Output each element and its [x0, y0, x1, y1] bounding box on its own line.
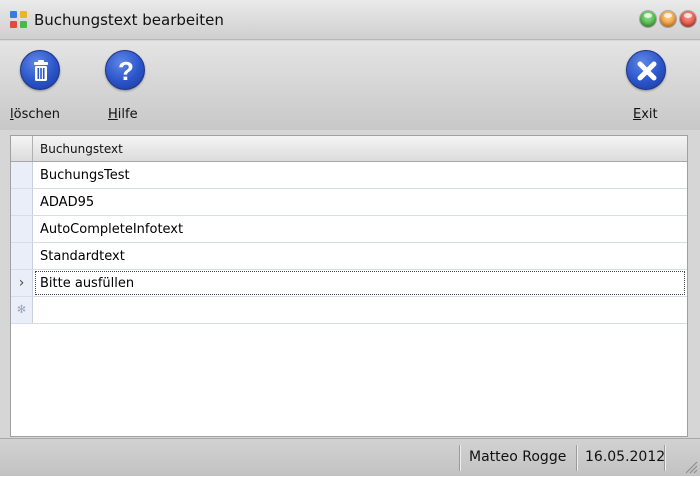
help-icon: ? [105, 50, 145, 90]
toolbar: löschen ? Hilfe Exit [0, 41, 700, 130]
maximize-button[interactable] [660, 11, 676, 27]
window-title: Buchungstext bearbeiten [34, 11, 224, 29]
table-row[interactable]: ADAD95 [11, 189, 687, 216]
help-button[interactable]: ? Hilfe [95, 41, 155, 130]
status-separator [576, 445, 577, 471]
resize-grip-icon[interactable] [684, 460, 698, 474]
exit-button[interactable]: Exit [616, 41, 676, 130]
status-bar: Matteo Rogge 16.05.2012 [0, 438, 700, 476]
new-row-icon[interactable]: ✻ [11, 297, 33, 323]
delete-button[interactable]: löschen [10, 41, 70, 130]
table-row[interactable]: AutoCompleteInfotext [11, 216, 687, 243]
exit-label-mnemonic: E [633, 107, 642, 122]
row-selector[interactable] [11, 189, 33, 215]
app-icon [10, 11, 28, 29]
row-selector[interactable] [11, 216, 33, 242]
help-label-mnemonic: H [108, 107, 118, 122]
exit-label: xit [641, 107, 658, 122]
table-cell[interactable]: ADAD95 [40, 195, 94, 210]
grid-header: Buchungstext [11, 136, 687, 162]
trash-icon [20, 50, 60, 90]
title-bar[interactable]: Buchungstext bearbeiten [0, 0, 700, 40]
status-separator [664, 445, 665, 471]
table-row[interactable]: BuchungsTest [11, 162, 687, 189]
delete-label: öschen [13, 107, 60, 122]
application-window: Buchungstext bearbeiten löschen ? Hilfe … [0, 0, 700, 476]
table-row[interactable]: Standardtext [11, 243, 687, 270]
column-header-buchungstext[interactable]: Buchungstext [40, 142, 123, 156]
grid-corner[interactable] [11, 136, 33, 161]
table-cell[interactable]: AutoCompleteInfotext [40, 222, 183, 237]
help-label: ilfe [117, 107, 138, 122]
status-user: Matteo Rogge [469, 449, 567, 465]
row-selector[interactable] [11, 162, 33, 188]
data-grid[interactable]: Buchungstext BuchungsTest ADAD95 AutoCom… [10, 135, 688, 437]
table-cell[interactable]: Standardtext [40, 249, 125, 264]
row-selector[interactable] [11, 243, 33, 269]
close-window-button[interactable] [680, 11, 696, 27]
close-icon [626, 50, 666, 90]
minimize-button[interactable] [640, 11, 656, 27]
current-row-indicator-icon[interactable]: › [11, 270, 33, 296]
table-cell[interactable]: Bitte ausfüllen [40, 276, 134, 291]
table-cell[interactable]: BuchungsTest [40, 168, 130, 183]
table-row-current[interactable]: › Bitte ausfüllen [11, 270, 687, 297]
svg-text:?: ? [118, 56, 134, 86]
status-separator [459, 445, 460, 471]
status-date: 16.05.2012 [585, 449, 666, 465]
new-row[interactable]: ✻ [11, 297, 687, 324]
